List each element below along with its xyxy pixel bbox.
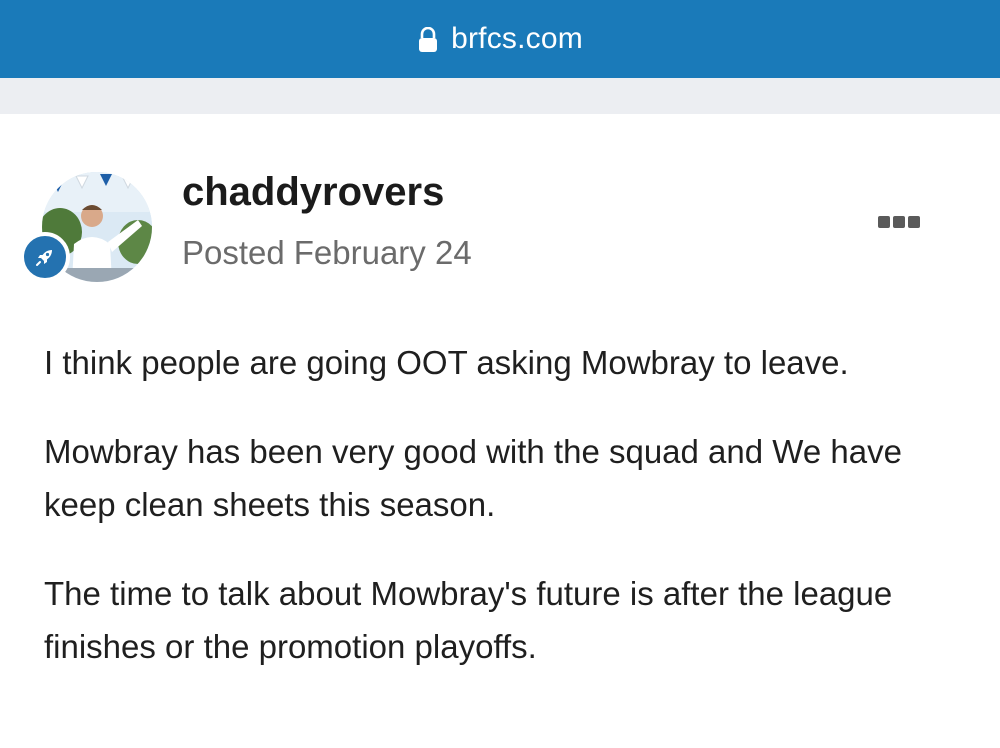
more-options-button[interactable] [878, 212, 920, 232]
more-options-dot [908, 216, 920, 228]
more-options-dot [893, 216, 905, 228]
forum-post: chaddyrovers Posted February 24 I think … [0, 114, 1000, 748]
post-author-username[interactable]: chaddyrovers [182, 170, 444, 215]
url-text: brfcs.com [451, 22, 583, 55]
post-paragraph: I think people are going OOT asking Mowb… [44, 344, 849, 381]
page-header-strip [0, 78, 1000, 114]
post-paragraph: The time to talk about Mowbray's future … [44, 575, 893, 665]
more-options-dot [878, 216, 890, 228]
member-rank-badge [20, 232, 70, 282]
post-paragraph: Mowbray has been very good with the squa… [44, 433, 902, 523]
post-timestamp: Posted February 24 [182, 234, 472, 272]
post-content: I think people are going OOT asking Mowb… [44, 336, 944, 709]
browser-url-bar[interactable]: brfcs.com [0, 0, 1000, 78]
posted-date[interactable]: February 24 [294, 234, 472, 272]
rocket-icon [36, 250, 52, 266]
lock-icon [417, 26, 439, 52]
posted-label: Posted [182, 234, 285, 271]
